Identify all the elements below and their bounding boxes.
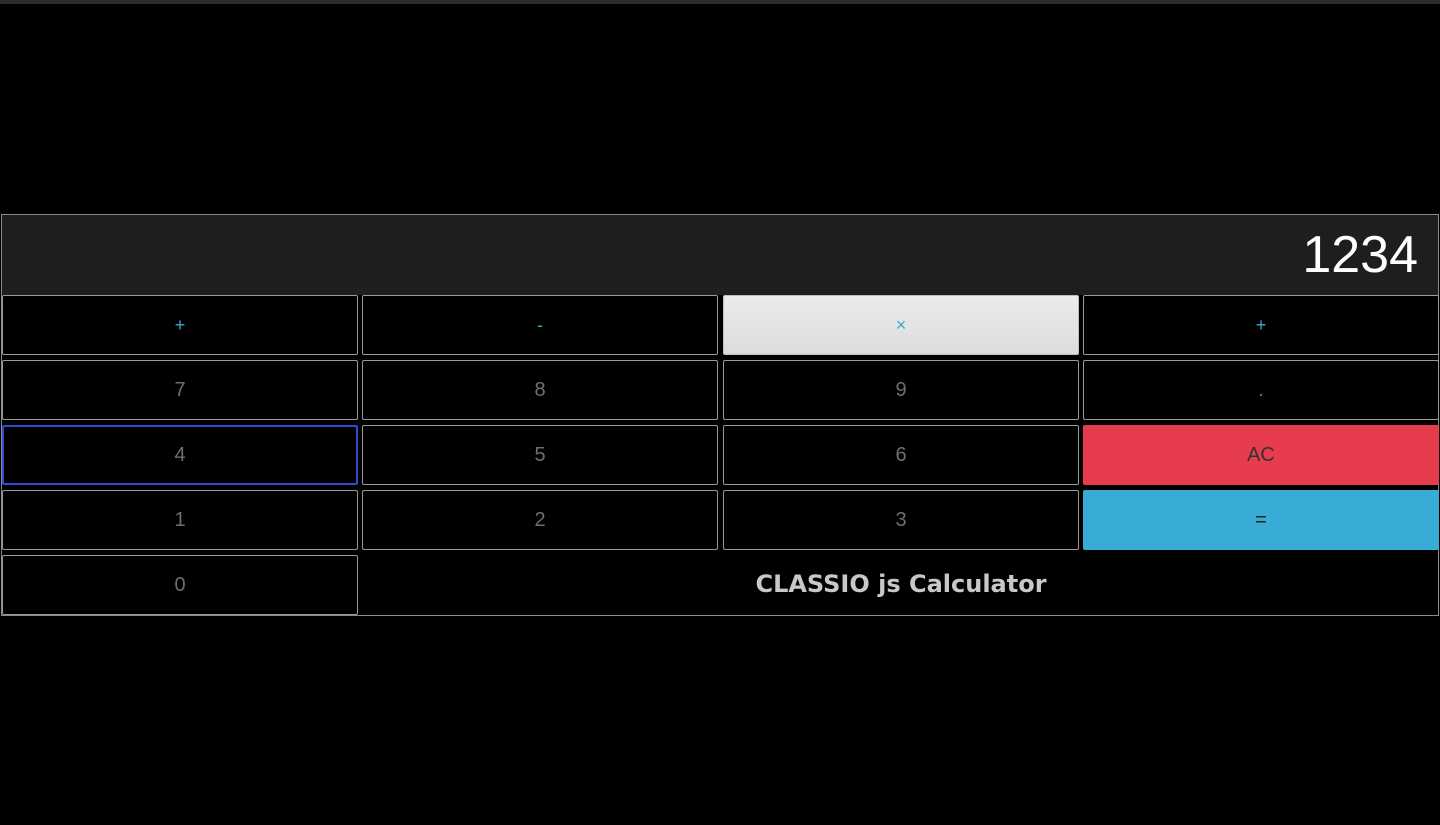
calculator: 1234 + - × + 7 8 9 . 4 5 6 AC 1 2 3 = 0 …	[1, 214, 1439, 616]
digit-0-button[interactable]: 0	[2, 555, 358, 615]
window-top-bar	[0, 0, 1440, 4]
digit-8-button[interactable]: 8	[362, 360, 718, 420]
decimal-button[interactable]: .	[1083, 360, 1439, 420]
digit-9-button[interactable]: 9	[723, 360, 1079, 420]
subtract-button[interactable]: -	[362, 295, 718, 355]
calculator-display: 1234	[2, 215, 1438, 295]
digit-4-button[interactable]: 4	[2, 425, 358, 485]
digit-5-button[interactable]: 5	[362, 425, 718, 485]
divide-button[interactable]: +	[1083, 295, 1439, 355]
digit-6-button[interactable]: 6	[723, 425, 1079, 485]
digit-2-button[interactable]: 2	[362, 490, 718, 550]
digit-1-button[interactable]: 1	[2, 490, 358, 550]
add-button[interactable]: +	[2, 295, 358, 355]
digit-3-button[interactable]: 3	[723, 490, 1079, 550]
multiply-button[interactable]: ×	[723, 295, 1079, 355]
display-value: 1234	[1302, 226, 1418, 284]
clear-button[interactable]: AC	[1083, 425, 1439, 485]
digit-7-button[interactable]: 7	[2, 360, 358, 420]
brand-title: CLASSIO js Calculator	[755, 570, 1047, 598]
equals-button[interactable]: =	[1083, 490, 1439, 550]
